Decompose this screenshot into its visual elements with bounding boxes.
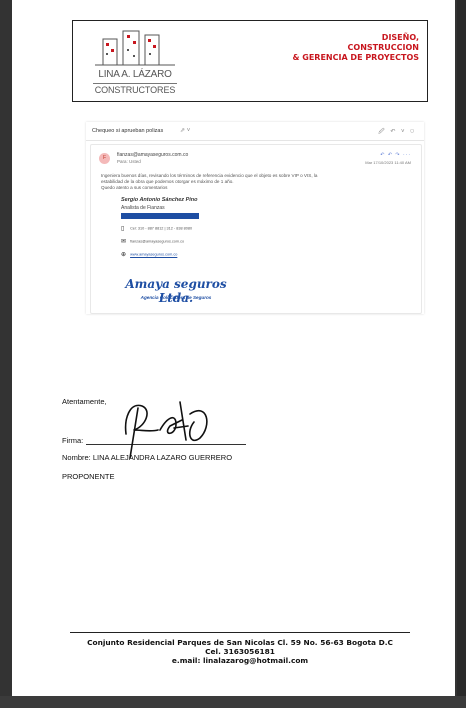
- popout-icon: ⇗ ˅: [180, 128, 191, 134]
- phone-text: Cel: 310 - 887 8812 | 312 - 838 8080: [130, 226, 193, 231]
- closing-greeting: Atentamente,: [62, 397, 107, 406]
- amaya-logo-text: Amaya seguros Ltda.: [125, 277, 227, 305]
- email-date: Mar 17/10/2023 11:40 AM: [365, 160, 411, 165]
- footer-phone: Cel. 3163056181: [205, 647, 275, 657]
- signature-web: ⊕ www.amayaseguros.com.co: [121, 251, 177, 258]
- signature-banner: [121, 213, 199, 219]
- document-page: LINA A. LÁZARO CONSTRUCTORES DISEÑO, CON…: [12, 0, 455, 696]
- tagline-line-1: DISEÑO,: [381, 33, 419, 42]
- email-toolbar: Chequeo si aprueban polizas ⇗ ˅ 🖉 ↶ ˅ ⛉: [86, 122, 424, 141]
- mail-icon: ✉: [121, 239, 127, 245]
- reply-actions-icons: ↶ ↶ ↷ ···: [380, 152, 411, 158]
- recipient-line: Para: Usted: [117, 159, 141, 164]
- proponent-name: Nombre: LINA ALEJANDRA LAZARO GUERRERO: [62, 453, 233, 462]
- proponent-role: PROPONENTE: [62, 472, 115, 481]
- mail-text: fianzas@amayaseguros.com.co: [130, 239, 185, 244]
- signature-mail: ✉ fianzas@amayaseguros.com.co: [121, 238, 184, 245]
- letterhead: LINA A. LÁZARO CONSTRUCTORES DISEÑO, CON…: [72, 20, 428, 102]
- footer: Conjunto Residencial Parques de San Nico…: [70, 638, 410, 666]
- logo-divider: [93, 83, 177, 84]
- company-logo: LINA A. LÁZARO CONSTRUCTORES: [89, 25, 181, 97]
- logo-subtitle: CONSTRUCTORES: [94, 85, 176, 95]
- website-link[interactable]: www.amayaseguros.com.co: [130, 253, 177, 257]
- sender-avatar: F: [99, 153, 110, 164]
- scrollbar-track[interactable]: [457, 0, 466, 708]
- signature-role: Analista de Fianzas: [121, 205, 165, 211]
- phone-icon: ▯: [121, 226, 125, 232]
- signature-phone: ▯ Cel: 310 - 887 8812 | 312 - 838 8080: [121, 225, 192, 232]
- email-message: F fianzas@amayaseguros.com.co Para: Uste…: [90, 144, 422, 314]
- tagline-line-2: CONSTRUCCION: [347, 43, 419, 52]
- sender-address: fianzas@amayaseguros.com.co: [117, 152, 189, 158]
- email-body: Ingeniera buenos días, revisando los tér…: [101, 173, 401, 191]
- company-tagline: DISEÑO, CONSTRUCCION & GERENCIA DE PROYE…: [292, 33, 419, 63]
- footer-divider: [70, 632, 410, 633]
- globe-icon: ⊕: [121, 252, 127, 258]
- buildings-logo-icon: [95, 30, 175, 66]
- page-gap: [0, 696, 466, 708]
- email-screenshot: Chequeo si aprueban polizas ⇗ ˅ 🖉 ↶ ˅ ⛉ …: [86, 122, 424, 314]
- toolbar-icons: 🖉 ↶ ˅ ⛉: [378, 129, 416, 135]
- signature-name: Sergio Antonio Sánchez Pino: [121, 197, 198, 203]
- body-line: Quedo atento a sus comentarios: [101, 185, 168, 190]
- footer-address: Conjunto Residencial Parques de San Nico…: [87, 638, 393, 647]
- email-subject: Chequeo si aprueban polizas: [92, 128, 164, 134]
- footer-email: e.mail: linalazarog@hotmail.com: [171, 656, 309, 666]
- amaya-subtitle: Agencia Colocadora de Seguros: [140, 295, 212, 300]
- firma-label: Firma:: [62, 436, 84, 445]
- logo-name: LINA A. LÁZARO: [98, 69, 172, 80]
- tagline-line-3: & GERENCIA DE PROYECTOS: [292, 53, 419, 62]
